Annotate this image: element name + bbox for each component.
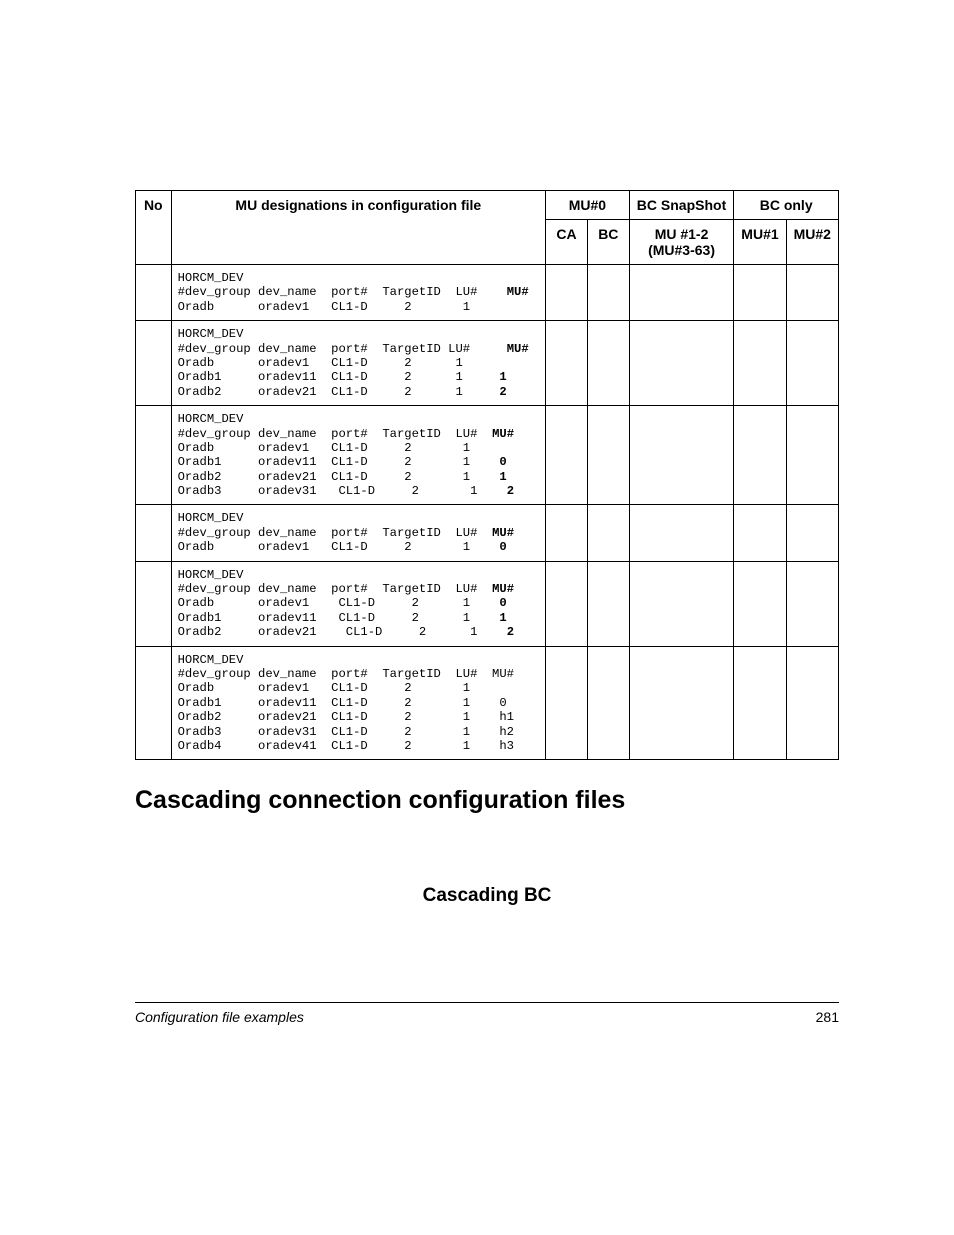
cell-no: [136, 646, 172, 760]
cell-empty: [546, 505, 588, 561]
cell-empty: [734, 406, 786, 505]
table-row: HORCM_DEV #dev_group dev_name port# Targ…: [136, 646, 839, 760]
cell-empty: [546, 406, 588, 505]
cell-empty: [786, 646, 838, 760]
cell-empty: [546, 321, 588, 406]
cell-config-code: HORCM_DEV #dev_group dev_name port# Targ…: [171, 406, 545, 505]
cell-empty: [734, 265, 786, 321]
cell-empty: [734, 646, 786, 760]
table-row: HORCM_DEV #dev_group dev_name port# Targ…: [136, 561, 839, 646]
table-row: HORCM_DEV #dev_group dev_name port# Targ…: [136, 406, 839, 505]
cell-empty: [546, 265, 588, 321]
th-no: No: [136, 191, 172, 265]
cell-empty: [629, 406, 734, 505]
cell-empty: [786, 505, 838, 561]
cell-no: [136, 321, 172, 406]
cell-empty: [786, 321, 838, 406]
th-bc: BC: [587, 220, 629, 265]
cell-empty: [629, 561, 734, 646]
cell-empty: [587, 406, 629, 505]
th-bconly: BC only: [734, 191, 839, 220]
cell-empty: [786, 406, 838, 505]
cell-no: [136, 406, 172, 505]
table-row: HORCM_DEV #dev_group dev_name port# Targ…: [136, 265, 839, 321]
cell-empty: [629, 646, 734, 760]
th-snap: BC SnapShot: [629, 191, 734, 220]
cell-empty: [587, 505, 629, 561]
cell-empty: [629, 321, 734, 406]
cell-config-code: HORCM_DEV #dev_group dev_name port# Targ…: [171, 265, 545, 321]
mu-designations-table: No MU designations in configuration file…: [135, 190, 839, 760]
table-row: HORCM_DEV #dev_group dev_name port# Targ…: [136, 505, 839, 561]
cell-empty: [587, 265, 629, 321]
th-mu12: MU #1-2 (MU#3-63): [629, 220, 734, 265]
footer-page-number: 281: [816, 1009, 839, 1025]
cell-empty: [786, 265, 838, 321]
cell-no: [136, 561, 172, 646]
cell-config-code: HORCM_DEV #dev_group dev_name port# Targ…: [171, 561, 545, 646]
cell-empty: [587, 321, 629, 406]
cell-empty: [629, 505, 734, 561]
footer-rule: [135, 1002, 839, 1003]
th-mu: MU designations in configuration file: [171, 191, 545, 265]
cell-empty: [786, 561, 838, 646]
cell-config-code: HORCM_DEV #dev_group dev_name port# Targ…: [171, 505, 545, 561]
cell-empty: [734, 505, 786, 561]
cell-empty: [546, 646, 588, 760]
th-mu1: MU#1: [734, 220, 786, 265]
cell-no: [136, 265, 172, 321]
page-footer: Configuration file examples 281: [135, 1002, 839, 1025]
cell-empty: [629, 265, 734, 321]
cell-config-code: HORCM_DEV #dev_group dev_name port# Targ…: [171, 646, 545, 760]
cell-empty: [734, 321, 786, 406]
cell-empty: [587, 646, 629, 760]
th-ca: CA: [546, 220, 588, 265]
cell-empty: [734, 561, 786, 646]
th-mu0: MU#0: [546, 191, 630, 220]
table-row: HORCM_DEV #dev_group dev_name port# Targ…: [136, 321, 839, 406]
cell-config-code: HORCM_DEV #dev_group dev_name port# Targ…: [171, 321, 545, 406]
cell-empty: [587, 561, 629, 646]
footer-title: Configuration file examples: [135, 1009, 304, 1025]
th-mu2: MU#2: [786, 220, 838, 265]
section-heading-cascading-files: Cascading connection configuration files: [135, 786, 839, 815]
cell-no: [136, 505, 172, 561]
cell-empty: [546, 561, 588, 646]
subsection-heading-cascading-bc: Cascading BC: [135, 885, 839, 907]
